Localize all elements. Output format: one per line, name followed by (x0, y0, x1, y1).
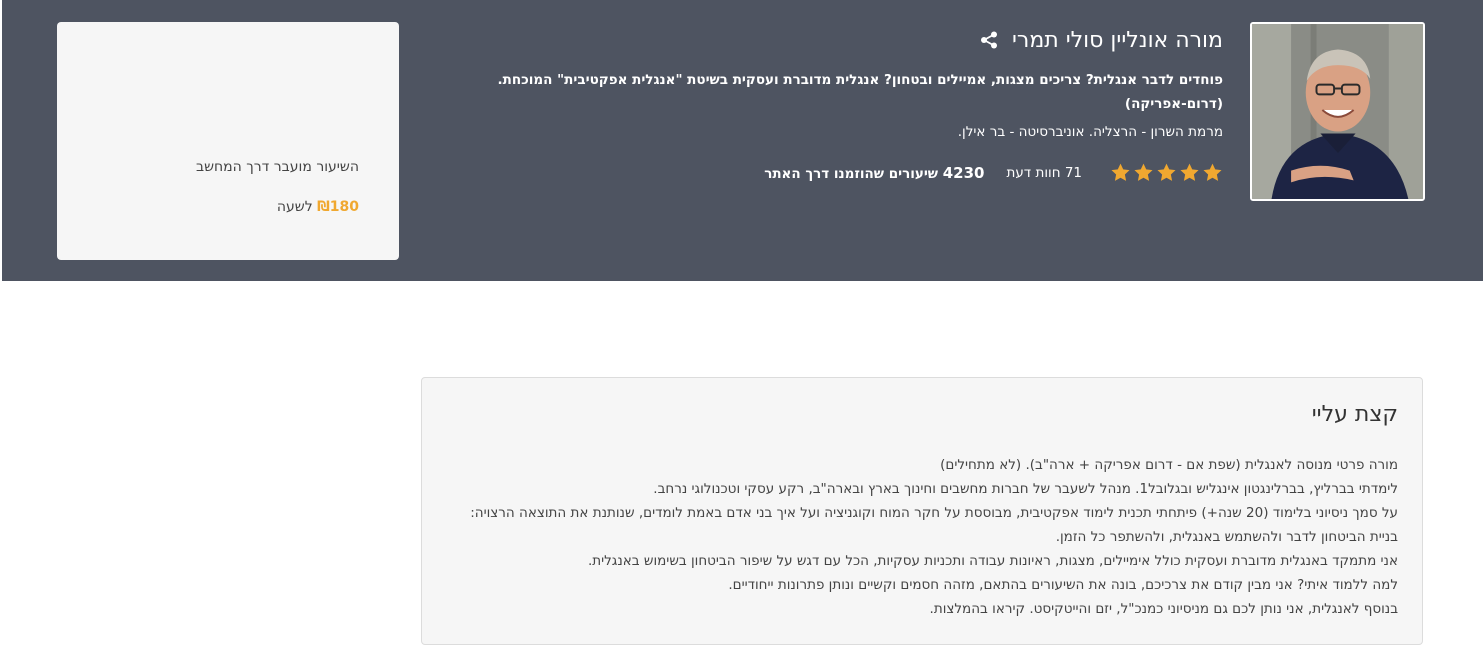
rating-stars[interactable] (1110, 162, 1223, 183)
star-icon (1157, 163, 1176, 181)
star-icon (1180, 163, 1199, 181)
teacher-photo (1250, 22, 1425, 201)
lessons-count: 4230 (942, 163, 985, 182)
lessons-stat: 4230 שיעורים שהוזמנו דרך האתר (764, 164, 984, 182)
about-section: קצת עליי מורה פרטי מנוסה לאנגלית (שפת אם… (421, 377, 1423, 645)
teacher-photo-image (1252, 24, 1423, 199)
about-line: למה ללמוד איתי? אני מבין קודם את צרכיכם,… (728, 577, 1398, 593)
teacher-name-row: מורה אונליין סולי תמרי (443, 24, 1223, 56)
about-line: אני מתמקד באנגלית מדוברת ועסקית כולל אימ… (587, 553, 1398, 569)
star-icon (1134, 163, 1153, 181)
teacher-location: מרמת השרון - הרצליה. אוניברסיטה - בר איל… (957, 124, 1223, 140)
teacher-stats: 71 חוות דעת 4230 שיעורים שהוזמנו דרך האת… (443, 162, 1223, 183)
price-card: השיעור מועבר דרך המחשב ₪180 לשעה (57, 22, 399, 260)
share-icon[interactable] (980, 31, 998, 49)
star-icon (1203, 163, 1222, 181)
about-line: על סמך ניסיוני בלימוד (20 שנה+) פיתחתי ת… (470, 505, 1398, 545)
teacher-tagline: פוחדים לדבר אנגלית? צריכים מצגות, אמיילי… (497, 72, 1224, 112)
about-line: מורה פרטי מנוסה לאנגלית (שפת אם - דרום א… (940, 457, 1398, 473)
teacher-info: מורה אונליין סולי תמרי פוחדים לדבר אנגלי… (443, 24, 1224, 183)
teacher-name: מורה אונליין סולי תמרי (1012, 27, 1223, 53)
teacher-header: מורה אונליין סולי תמרי פוחדים לדבר אנגלי… (2, 0, 1483, 281)
about-line: לימדתי בברליץ, בברלינגטון אינגליש ובגלוב… (653, 481, 1398, 497)
lessons-label: שיעורים שהוזמנו דרך האתר (764, 165, 939, 182)
price-unit: לשעה (276, 199, 313, 215)
about-title: קצת עליי (1311, 402, 1398, 427)
price-amount: ₪180 (317, 199, 359, 215)
reviews-link[interactable]: 71 חוות דעת (1006, 165, 1082, 181)
lesson-price: ₪180 לשעה (277, 199, 359, 215)
lesson-mode: השיעור מועבר דרך המחשב (196, 159, 359, 175)
star-icon (1111, 163, 1130, 181)
about-line: בנוסף לאנגלית, אני נותן לכם גם מניסיוני … (929, 601, 1398, 617)
